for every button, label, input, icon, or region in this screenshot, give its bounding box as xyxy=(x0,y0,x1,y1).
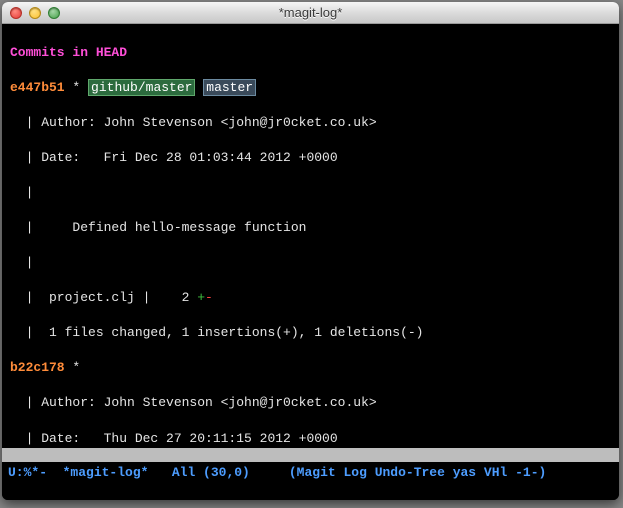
modeline-buffer: U:%*- *magit-log* xyxy=(8,465,148,480)
author-line: | Author: John Stevenson <john@jr0cket.c… xyxy=(10,114,611,132)
commit-hash: b22c178 xyxy=(10,360,65,375)
close-button[interactable] xyxy=(10,7,22,19)
minimize-button[interactable] xyxy=(29,7,41,19)
branch-remote: github/master xyxy=(88,79,195,96)
modeline-separator xyxy=(2,448,619,462)
window-title: *magit-log* xyxy=(2,4,619,22)
date-line: | Date: Fri Dec 28 01:03:44 2012 +0000 xyxy=(10,149,611,167)
terminal-window: *magit-log* Commits in HEAD e447b51 * gi… xyxy=(2,2,619,500)
subject-line: | Defined hello-message function xyxy=(10,219,611,237)
minus-icon: - xyxy=(205,290,213,305)
modeline-modes: (Magit Log Undo-Tree yas VHl -1-) xyxy=(289,465,546,480)
author-line: | Author: John Stevenson <john@jr0cket.c… xyxy=(10,394,611,412)
commit-row: b22c178 * xyxy=(10,359,611,377)
plus-icon: + xyxy=(197,290,205,305)
diffstat-file: | project.clj | 2 +- xyxy=(10,289,611,307)
modeline-position: All (30,0) xyxy=(148,465,288,480)
graph-node: * xyxy=(72,360,80,375)
titlebar[interactable]: *magit-log* xyxy=(2,2,619,24)
traffic-lights xyxy=(10,7,60,19)
modeline: U:%*- *magit-log* All (30,0) (Magit Log … xyxy=(2,462,619,484)
branch-local: master xyxy=(203,79,256,96)
blank-line: | xyxy=(10,184,611,202)
date-line: | Date: Thu Dec 27 20:11:15 2012 +0000 xyxy=(10,430,611,448)
minibuffer[interactable] xyxy=(2,484,619,500)
buffer-content[interactable]: Commits in HEAD e447b51 * github/master … xyxy=(2,24,619,448)
blank-line: | xyxy=(10,254,611,272)
log-header: Commits in HEAD xyxy=(10,44,611,62)
diffstat-summary: | 1 files changed, 1 insertions(+), 1 de… xyxy=(10,324,611,342)
graph-node: * xyxy=(72,80,80,95)
commit-row: e447b51 * github/master master xyxy=(10,79,611,97)
commit-hash: e447b51 xyxy=(10,80,65,95)
zoom-button[interactable] xyxy=(48,7,60,19)
